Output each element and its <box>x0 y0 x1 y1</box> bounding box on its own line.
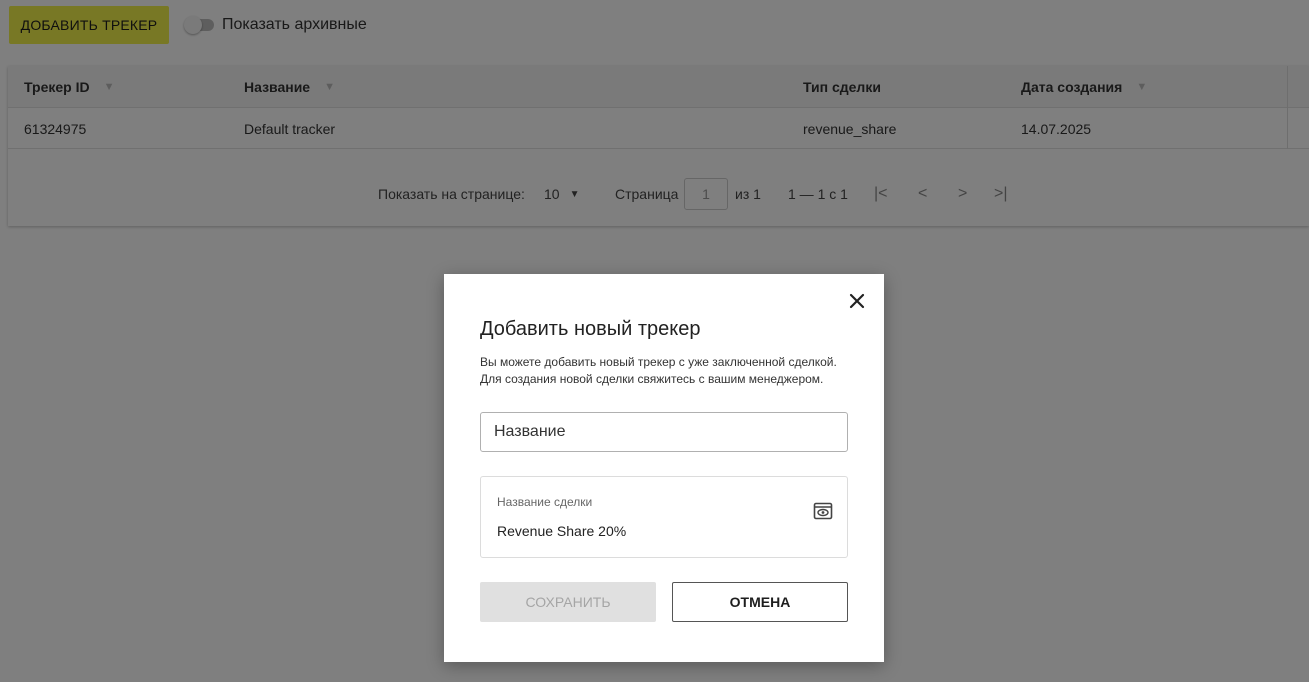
description-line: Для создания новой сделки свяжитесь с ва… <box>480 372 824 386</box>
deal-field-label: Название сделки <box>497 495 593 509</box>
save-button[interactable]: СОХРАНИТЬ <box>480 582 656 622</box>
cancel-button[interactable]: ОТМЕНА <box>672 582 848 622</box>
dialog-description: Вы можете добавить новый трекер с уже за… <box>480 354 860 388</box>
dialog-title: Добавить новый трекер <box>480 318 701 340</box>
tracker-name-input[interactable] <box>480 412 848 452</box>
close-icon[interactable] <box>846 290 868 312</box>
description-line: Вы можете добавить новый трекер с уже за… <box>480 355 837 369</box>
deal-field-value: Revenue Share 20% <box>497 523 627 539</box>
deal-field[interactable]: Название сделки Revenue Share 20% <box>480 476 848 558</box>
add-tracker-dialog: Добавить новый трекер Вы можете добавить… <box>444 274 884 662</box>
preview-icon[interactable] <box>813 501 833 521</box>
